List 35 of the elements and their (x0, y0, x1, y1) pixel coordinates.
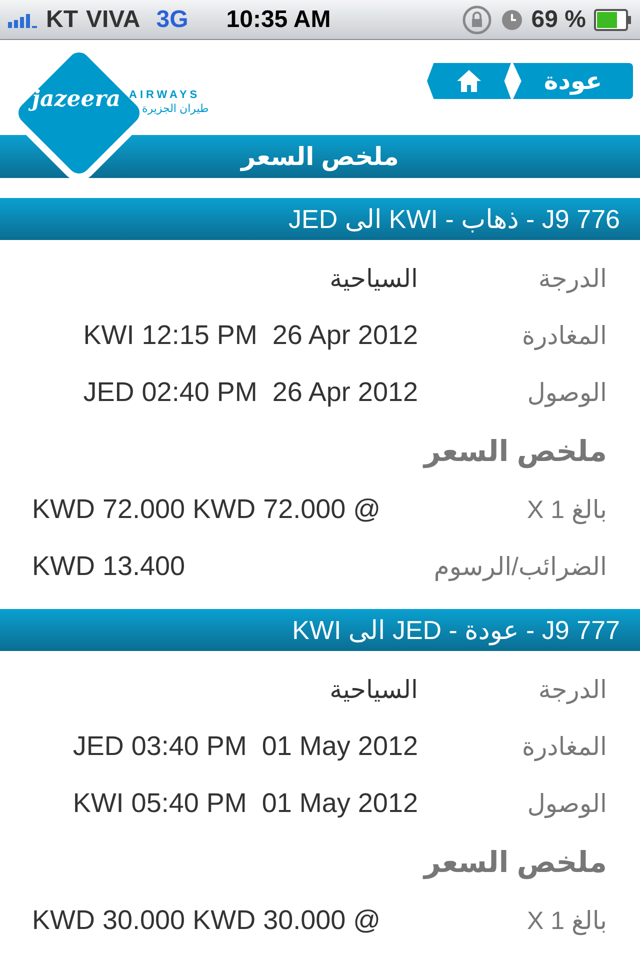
clock-time: 10:35 AM (226, 6, 331, 34)
field-label: الوصول (526, 788, 607, 818)
field-value: JED 03:40 PM 01 May 2012 (72, 731, 418, 762)
field-label: الدرجة (537, 264, 607, 294)
fare-label: الضرائب/الرسوم (432, 552, 607, 582)
network-name: VIVA (86, 6, 140, 34)
field-label: المغادرة (521, 320, 607, 350)
carrier-name: KT (46, 6, 78, 34)
home-icon (456, 69, 482, 93)
field-label: المغادرة (521, 732, 607, 762)
field-value: السياحية (328, 264, 418, 294)
data-type: 3G (156, 6, 188, 34)
field-value: JED 02:40 PM 26 Apr 2012 (82, 377, 418, 408)
fare-label: بالغ X 1 (526, 494, 607, 524)
battery-icon (594, 8, 632, 30)
field-label: الوصول (526, 378, 607, 408)
rotation-lock-icon (461, 4, 494, 36)
fare-label: بالغ X 1 (526, 906, 607, 936)
flight-heading: J9 777 - عودة - JED الى KWI (292, 614, 620, 646)
field-value: السياحية (328, 674, 418, 704)
section-title: ملخص السعر (424, 434, 607, 468)
fare-amount: KWD 30.000 KWD 30.000 @ (31, 905, 382, 936)
field-value: KWI 05:40 PM 01 May 2012 (72, 788, 418, 819)
flight-heading: J9 776 - ذهاب - KWI الى JED (288, 204, 620, 234)
field-value: KWI 12:15 PM 26 Apr 2012 (82, 320, 418, 351)
page-title: ملخص السعر (241, 142, 399, 172)
back-button[interactable]: عودة (513, 63, 633, 99)
section-title: ملخص السعر (424, 846, 607, 880)
clock-icon (501, 8, 524, 30)
fare-amount: KWD 13.400 (31, 551, 186, 582)
field-label: الدرجة (537, 674, 607, 704)
home-button[interactable] (427, 63, 511, 99)
battery-percent: 69 % (531, 6, 586, 34)
fare-amount: KWD 72.000 KWD 72.000 @ (31, 494, 382, 525)
signal-icon (8, 12, 38, 28)
